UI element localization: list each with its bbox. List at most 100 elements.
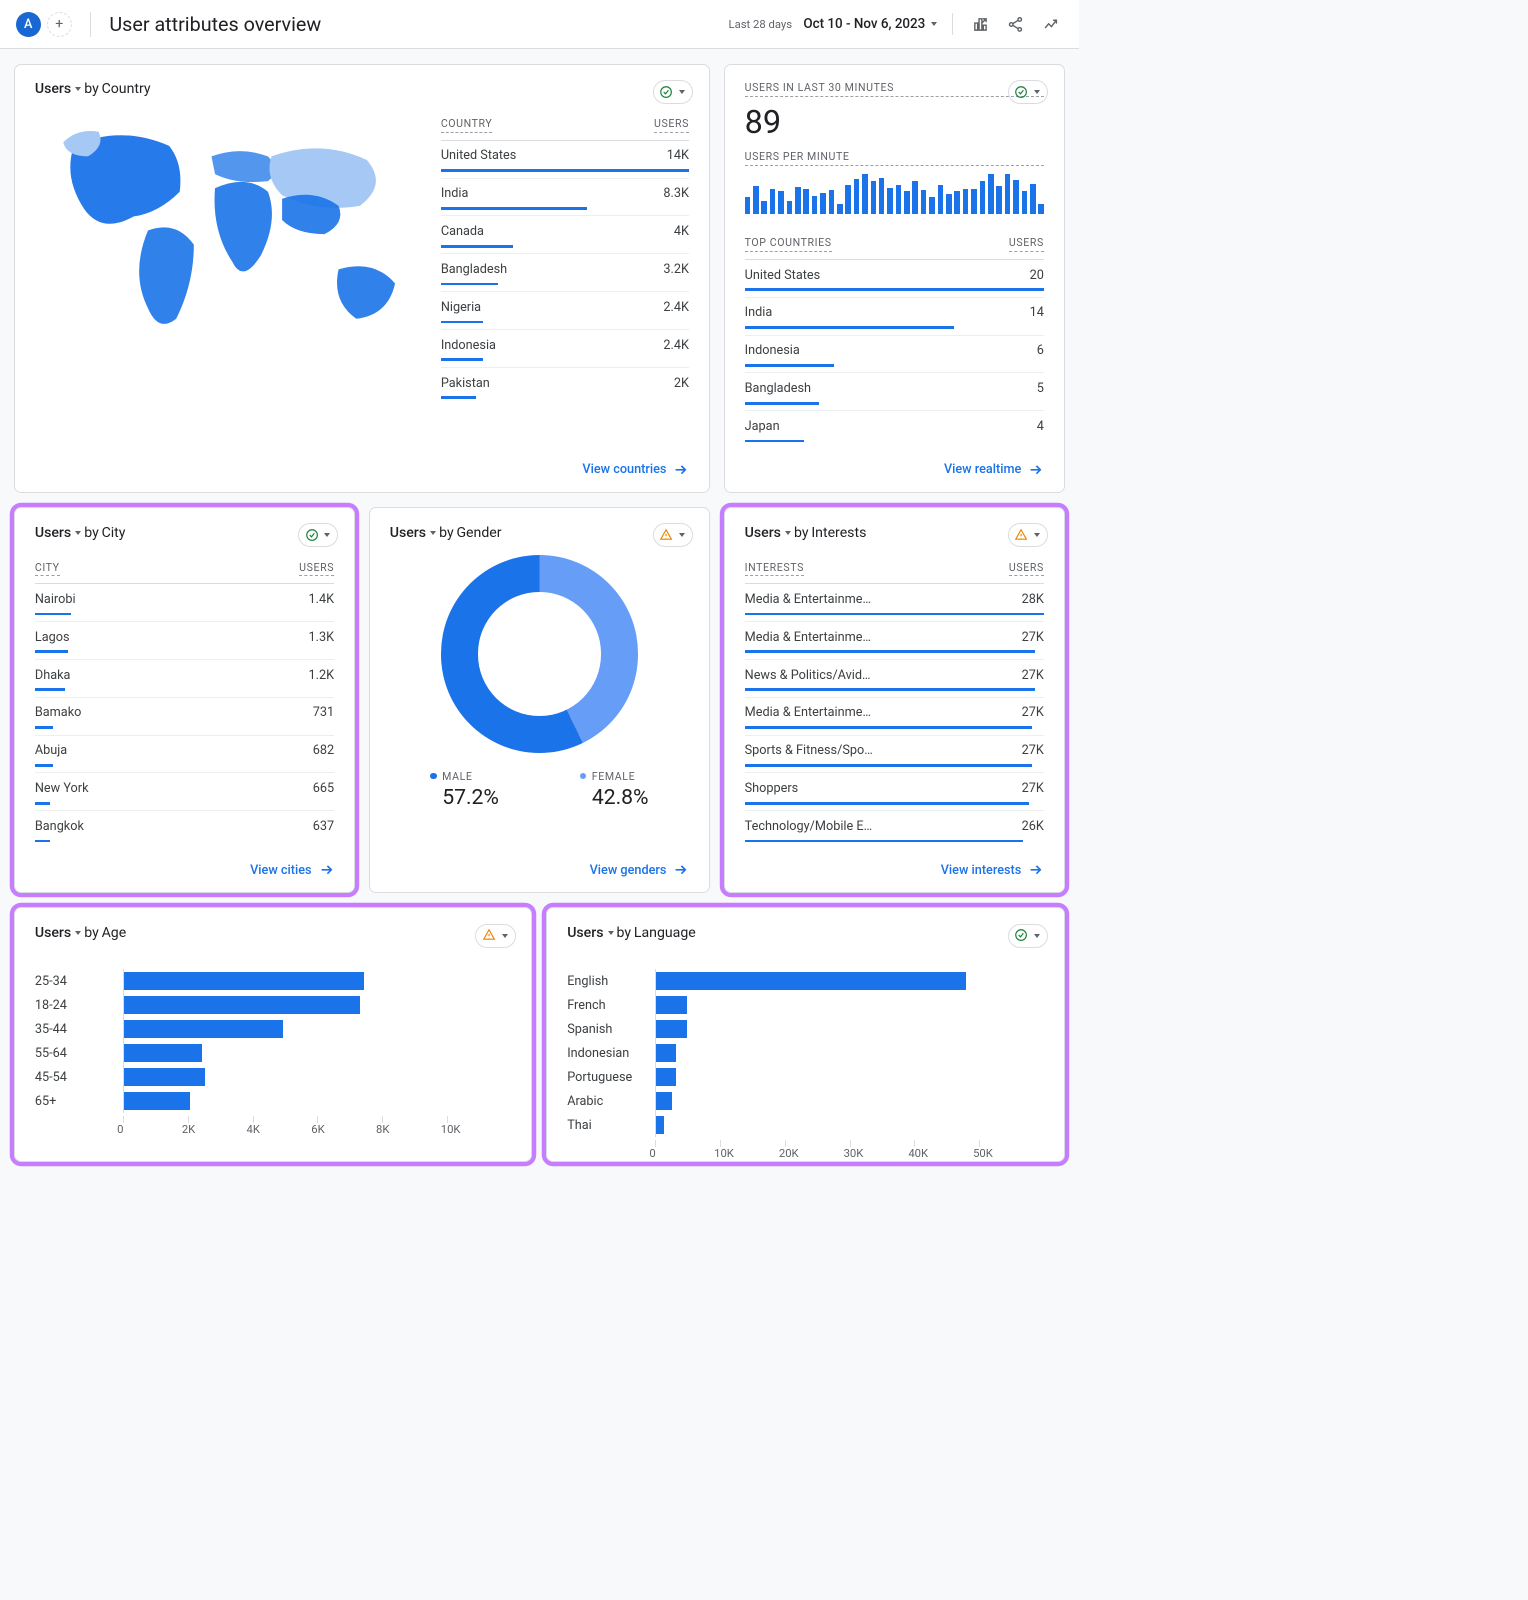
view-realtime-link[interactable]: View realtime: [944, 462, 1044, 478]
hbar-row[interactable]: 18-24: [35, 993, 512, 1017]
table-row[interactable]: Media & Entertainme…27K: [745, 698, 1044, 736]
card-status-pill[interactable]: [298, 523, 338, 547]
world-map-chart[interactable]: [35, 107, 420, 347]
alert-triangle-icon: [482, 928, 496, 942]
spark-bar: [912, 181, 918, 214]
row-value: 731: [313, 705, 334, 720]
table-row[interactable]: Canada4K: [441, 216, 689, 254]
row-label: Nairobi: [35, 592, 76, 607]
table-row[interactable]: Pakistan2K: [441, 368, 689, 399]
row-bar: [745, 326, 954, 329]
hbar-row[interactable]: Thai: [567, 1113, 1044, 1137]
add-comparison-button[interactable]: +: [47, 12, 72, 37]
hbar-bar: [656, 1020, 687, 1038]
account-avatar[interactable]: A: [16, 12, 41, 37]
hbar-row[interactable]: 55-64: [35, 1041, 512, 1065]
table-row[interactable]: Indonesia6: [745, 336, 1044, 374]
hbar-row[interactable]: Portuguese: [567, 1065, 1044, 1089]
realtime-big-number: 89: [745, 103, 1044, 141]
gender-donut-chart[interactable]: [390, 555, 689, 753]
row-value: 27K: [1022, 781, 1044, 796]
hbar-row[interactable]: 25-34: [35, 969, 512, 993]
axis-tick: 4K: [253, 1116, 318, 1123]
age-axis: 02K4K6K8K10K: [123, 1113, 511, 1123]
users-per-minute-sparkline[interactable]: [745, 173, 1044, 214]
card-title: Users by Interests: [745, 525, 1044, 541]
row-label: Media & Entertainme…: [745, 705, 871, 720]
table-head-val: USERS: [654, 117, 689, 132]
hbar-row[interactable]: Indonesian: [567, 1041, 1044, 1065]
hbar-row[interactable]: 65+: [35, 1089, 512, 1113]
hbar-row[interactable]: French: [567, 993, 1044, 1017]
hbar-label: 45-54: [35, 1070, 123, 1085]
card-status-pill[interactable]: [653, 523, 693, 547]
spark-bar: [829, 190, 835, 214]
hbar-label: Indonesian: [567, 1046, 655, 1061]
age-bar-chart[interactable]: 25-3418-2435-4455-64 45-54 65+: [35, 969, 512, 1113]
hbar-row[interactable]: 45-54: [35, 1065, 512, 1089]
view-interests-link[interactable]: View interests: [941, 862, 1044, 878]
hbar-row[interactable]: Arabic: [567, 1089, 1044, 1113]
spark-bar: [845, 185, 851, 214]
table-row[interactable]: Shoppers 27K: [745, 773, 1044, 811]
metric-selector[interactable]: Users: [35, 525, 71, 541]
row-bar: [35, 650, 68, 653]
row-label: Nigeria: [441, 300, 481, 315]
spark-bar: [938, 185, 944, 214]
table-row[interactable]: Technology/Mobile E…26K: [745, 811, 1044, 842]
table-row[interactable]: Nairobi1.4K: [35, 584, 334, 622]
table-row[interactable]: Media & Entertainme…28K: [745, 584, 1044, 622]
hbar-bar: [124, 996, 360, 1014]
date-range-picker[interactable]: Oct 10 - Nov 6, 2023: [803, 17, 937, 32]
metric-selector[interactable]: Users: [390, 525, 426, 541]
table-row[interactable]: Bamako731: [35, 698, 334, 736]
card-status-pill[interactable]: [1008, 523, 1048, 547]
table-row[interactable]: Bangladesh5: [745, 373, 1044, 411]
table-row[interactable]: Abuja682: [35, 736, 334, 774]
users-by-age-card: Users by Age 25-3418-2435-4455-6445-5465…: [14, 907, 532, 1162]
table-row[interactable]: Sports & Fitness/Spo…27K: [745, 736, 1044, 774]
table-row[interactable]: Dhaka1.2K: [35, 660, 334, 698]
insights-icon[interactable]: [1039, 12, 1063, 36]
table-row[interactable]: United States20: [745, 260, 1044, 298]
view-genders-link[interactable]: View genders: [590, 862, 689, 878]
table-row[interactable]: News & Politics/Avid…27K: [745, 660, 1044, 698]
table-row[interactable]: Media & Entertainme…27K: [745, 622, 1044, 660]
row-label: Bangladesh: [745, 381, 811, 396]
hbar-row[interactable]: Spanish: [567, 1017, 1044, 1041]
table-row[interactable]: United States14K: [441, 141, 689, 179]
share-icon[interactable]: [1004, 12, 1028, 36]
table-row[interactable]: Bangkok637: [35, 811, 334, 842]
hbar-row[interactable]: 35-44: [35, 1017, 512, 1041]
table-row[interactable]: Indonesia2.4K: [441, 330, 689, 368]
table-row[interactable]: Nigeria2.4K: [441, 292, 689, 330]
table-row[interactable]: India14: [745, 298, 1044, 336]
metric-selector[interactable]: Users: [35, 925, 71, 941]
table-row[interactable]: Lagos1.3K: [35, 622, 334, 660]
spark-bar: [770, 189, 776, 214]
legend-label: MALE: [442, 770, 472, 783]
row-label: Bangkok: [35, 819, 84, 834]
card-status-pill[interactable]: [653, 80, 693, 104]
customize-report-icon[interactable]: [969, 12, 993, 36]
table-row[interactable]: New York665: [35, 773, 334, 811]
gender-legend: MALE 57.2% FEMALE 42.8%: [390, 770, 689, 811]
card-status-pill[interactable]: [1008, 924, 1048, 948]
metric-selector[interactable]: Users: [567, 925, 603, 941]
metric-selector[interactable]: Users: [745, 525, 781, 541]
card-status-pill[interactable]: [1008, 80, 1048, 104]
view-countries-link[interactable]: View countries: [582, 462, 689, 478]
hbar-row[interactable]: English: [567, 969, 1044, 993]
language-bar-chart[interactable]: EnglishFrenchSpanish Indonesian Portuguese…: [567, 969, 1044, 1137]
metric-selector[interactable]: Users: [35, 81, 71, 97]
table-row[interactable]: Bangladesh3.2K: [441, 254, 689, 292]
card-status-pill[interactable]: [475, 924, 515, 948]
view-cities-link[interactable]: View cities: [250, 862, 334, 878]
table-row[interactable]: Japan4: [745, 411, 1044, 442]
axis-tick: 20K: [785, 1140, 850, 1147]
chevron-down-icon: [324, 533, 330, 537]
topbar: A + User attributes overview Last 28 day…: [0, 0, 1079, 49]
row-label: Shoppers: [745, 781, 799, 796]
table-row[interactable]: India8.3K: [441, 179, 689, 217]
spark-bar: [980, 181, 986, 214]
